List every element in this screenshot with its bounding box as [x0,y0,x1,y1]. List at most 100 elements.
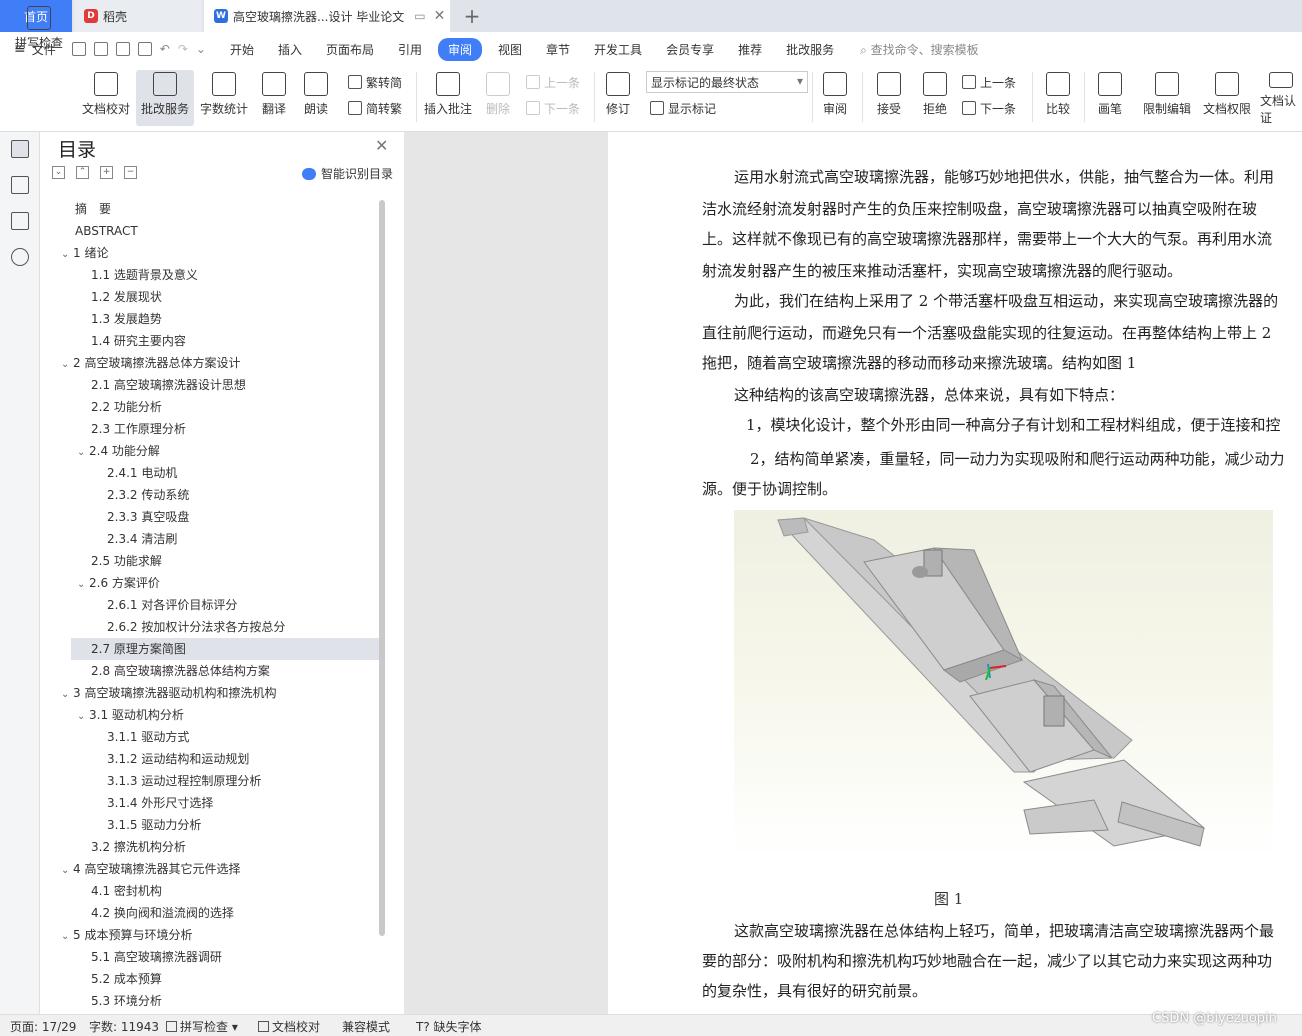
word-count-indicator[interactable]: 字数: 11943 [89,1018,159,1035]
toc-item[interactable]: 4.2 换向阀和溢流阀的选择 [91,902,234,924]
chevron-down-icon[interactable]: ⌄ [77,574,89,596]
menu-chapter[interactable]: 章节 [534,41,582,58]
proofread-status[interactable]: 文档校对 [258,1018,320,1035]
menu-start[interactable]: 开始 [218,41,266,58]
proofread-button[interactable]: 文档校对 [78,70,134,126]
smart-toc-button[interactable]: 智能识别目录 [302,165,393,182]
translate-button[interactable]: 翻译 [256,70,292,126]
toc-item[interactable]: 2.6.1 对各评价目标评分 [107,594,237,616]
chevron-down-icon[interactable]: ⌄ [77,442,89,464]
toc-item[interactable]: 2.3 工作原理分析 [91,418,186,440]
menu-layout[interactable]: 页面布局 [314,41,386,58]
toc-item[interactable]: 3.1.1 驱动方式 [107,726,189,748]
command-search[interactable]: ⌕ 查找命令、搜索模板 [860,41,979,58]
toc-item[interactable]: 2.2 功能分析 [91,396,162,418]
toc-item[interactable]: 2.3.4 清洁刷 [107,528,177,550]
restrict-editing-button[interactable]: 限制编辑 [1140,70,1194,126]
toc-item[interactable]: ⌄ 1 绪论 [61,242,108,264]
menu-view[interactable]: 视图 [486,41,534,58]
print-icon[interactable] [115,42,130,56]
spell-check-button[interactable]: 拼写检查 [10,4,68,60]
next-change-button[interactable]: 下一条 [962,97,1016,119]
simp-to-trad-button[interactable]: 简转繁 [348,97,402,119]
menu-member[interactable]: 会员专享 [654,41,726,58]
toc-item[interactable]: 1.2 发展现状 [91,286,162,308]
menu-insert[interactable]: 插入 [266,41,314,58]
toc-item[interactable]: 3.1.5 驱动力分析 [107,814,201,836]
toc-item[interactable]: ABSTRACT [75,220,138,242]
pen-button[interactable]: 画笔 [1092,70,1128,126]
chapter-nav-icon[interactable] [11,176,29,194]
undo-icon[interactable]: ↶ [160,42,170,56]
prev-comment-button[interactable]: 上一条 [526,71,580,93]
missing-font-indicator[interactable]: T? 缺失字体 [416,1018,482,1035]
menu-recommend[interactable]: 推荐 [726,41,774,58]
toc-item[interactable]: 3.2 擦洗机构分析 [91,836,186,858]
add-heading-icon[interactable]: + [100,166,113,179]
menu-references[interactable]: 引用 [386,41,434,58]
prev-change-button[interactable]: 上一条 [962,71,1016,93]
chevron-down-icon[interactable]: ⌄ [77,706,89,728]
menu-grading[interactable]: 批改服务 [774,41,846,58]
accept-button[interactable]: 接受 [870,70,908,126]
tab-restore-icon[interactable]: ▭ [414,9,425,23]
toc-item[interactable]: 5.1 高空玻璃擦洗器调研 [91,946,222,968]
trad-to-simp-button[interactable]: 繁转简 [348,71,402,93]
toc-nav-icon[interactable] [11,140,29,158]
quick-access-more-icon[interactable]: ⌄ [196,42,206,56]
export-pdf-icon[interactable] [93,42,108,56]
print-preview-icon[interactable] [137,42,152,56]
show-markup-button[interactable]: 显示标记 [650,97,716,119]
tab-document[interactable]: W 高空玻璃擦洗器...设计 毕业论文 ▭ ✕ [204,0,450,32]
chevron-down-icon[interactable]: ⌄ [61,244,73,266]
toc-item[interactable]: ⌄ 4 高空玻璃擦洗器其它元件选择 [61,858,240,880]
chevron-down-icon[interactable]: ⌄ [61,926,73,948]
toc-item[interactable]: 2.7 原理方案简图 [71,638,379,660]
grading-service-button[interactable]: 批改服务 [136,70,194,126]
chevron-down-icon[interactable]: ⌄ [61,684,73,706]
chevron-down-icon[interactable]: ⌄ [61,354,73,376]
toc-item[interactable]: 2.1 高空玻璃擦洗器设计思想 [91,374,246,396]
toc-scrollbar[interactable] [379,200,385,936]
compare-button[interactable]: 比较 [1040,70,1076,126]
word-count-button[interactable]: 字数统计 [198,70,250,126]
redo-icon[interactable]: ↷ [178,42,188,56]
collapse-all-icon[interactable]: ⌄ [52,166,65,179]
expand-all-icon[interactable]: ⌃ [76,166,89,179]
toc-item[interactable]: ⌄ 2.4 功能分解 [77,440,160,462]
toc-item[interactable]: 2.5 功能求解 [91,550,162,572]
spell-check-status[interactable]: 拼写检查 ▾ [166,1018,238,1035]
bookmark-icon[interactable] [11,212,29,230]
tab-close-icon[interactable]: ✕ [434,8,446,24]
toc-item[interactable]: ⌄ 3.1 驱动机构分析 [77,704,184,726]
toc-item[interactable]: 2.6.2 按加权计分法求各方按总分 [107,616,285,638]
delete-comment-button[interactable]: 删除 [480,70,516,126]
close-icon[interactable]: ✕ [375,136,388,155]
toc-item[interactable]: 1.3 发展趋势 [91,308,162,330]
toc-item[interactable]: 3.1.2 运动结构和运动规划 [107,748,249,770]
document-rights-button[interactable]: 文档权限 [1200,70,1254,126]
read-aloud-button[interactable]: 朗读 [298,70,334,126]
toc-item[interactable]: 1.1 选题背景及意义 [91,264,198,286]
toc-item[interactable]: ⌄ 2 高空玻璃擦洗器总体方案设计 [61,352,240,374]
insert-comment-button[interactable]: 插入批注 [422,70,474,126]
toc-item[interactable]: 5.2 成本预算 [91,968,162,990]
toc-item[interactable]: 3.1.3 运动过程控制原理分析 [107,770,261,792]
toc-item[interactable]: 5.3 环境分析 [91,990,162,1006]
page-indicator[interactable]: 页面: 17/29 [10,1018,76,1035]
menu-developer[interactable]: 开发工具 [582,41,654,58]
next-comment-button[interactable]: 下一条 [526,97,580,119]
toc-item[interactable]: 1.4 研究主要内容 [91,330,186,352]
toc-item[interactable]: ⌄ 3 高空玻璃擦洗器驱动机构和擦洗机构 [61,682,276,704]
review-pane-button[interactable]: 审阅 [816,70,854,126]
tab-daoke[interactable]: D 稻壳 [74,0,202,32]
toc-item[interactable]: 4.1 密封机构 [91,880,162,902]
toc-item[interactable]: ⌄ 2.6 方案评价 [77,572,160,594]
new-tab-button[interactable]: + [454,0,490,32]
save-icon[interactable] [71,42,86,56]
toc-item[interactable]: ⌄ 5 成本预算与环境分析 [61,924,192,946]
reject-button[interactable]: 拒绝 [916,70,954,126]
document-page[interactable]: 运用水射流式高空玻璃擦洗器，能够巧妙地把供水，供能，抽气整合为一体。利用 洁水流经… [608,132,1302,1014]
menu-review[interactable]: 审阅 [438,37,483,61]
remove-heading-icon[interactable]: − [124,166,137,179]
